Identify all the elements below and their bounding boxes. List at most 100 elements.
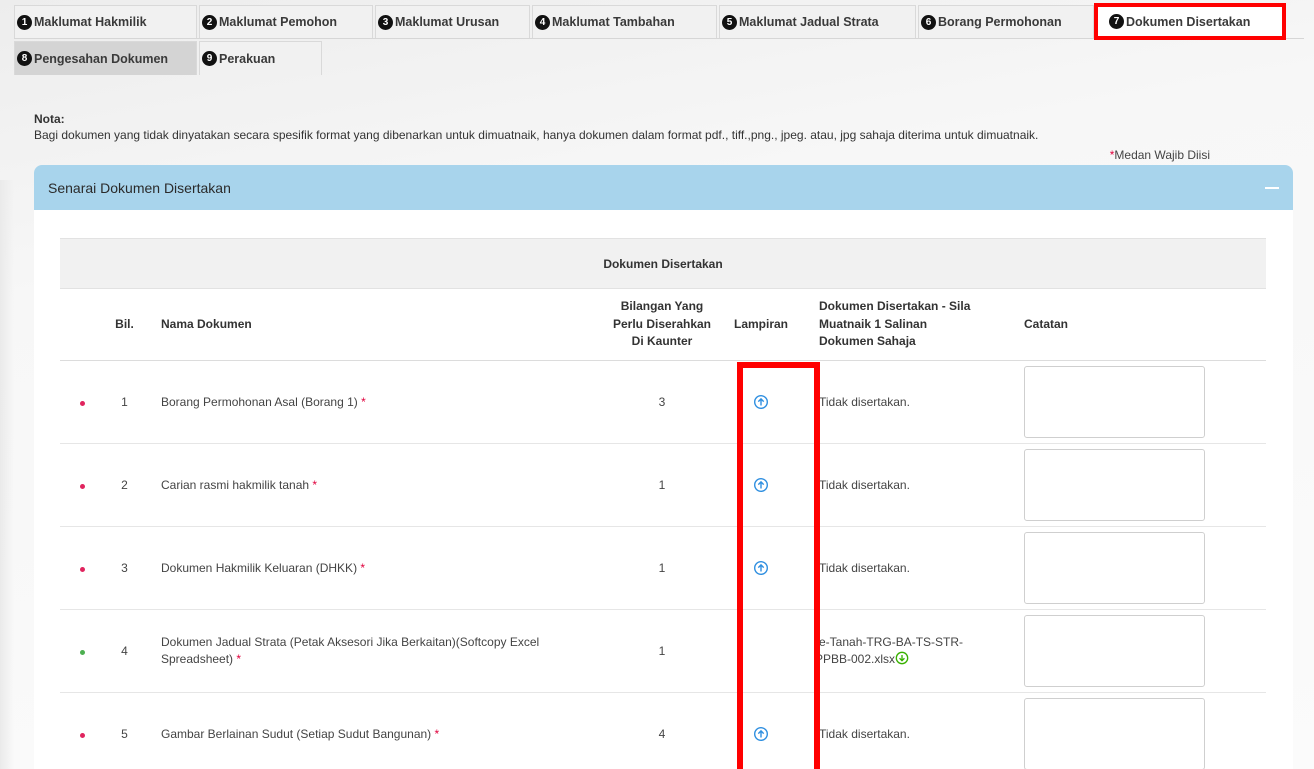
notes-input[interactable]: [1024, 698, 1205, 769]
required-star: *: [312, 478, 318, 492]
notes-input[interactable]: [1024, 366, 1205, 438]
row-name: Gambar Berlainan Sudut (Setiap Sudut Ban…: [147, 692, 597, 769]
header-nama-dokumen: Nama Dokumen: [147, 288, 597, 361]
row-bil: 5: [102, 692, 147, 769]
note-text: Bagi dokumen yang tidak dinyatakan secar…: [34, 128, 1039, 142]
row-doc-status: Tidak disertakan.: [795, 360, 1020, 444]
row-name-line-2: Spreadsheet): [161, 652, 234, 666]
header-bil: Bil.: [102, 288, 147, 361]
row-name-text: Gambar Berlainan Sudut (Setiap Sudut Ban…: [161, 727, 432, 741]
status-dot-red: [80, 401, 85, 406]
tab-label: Maklumat Jadual Strata: [739, 15, 879, 29]
header-dot: [60, 288, 102, 361]
header-lampiran: Lampiran: [727, 288, 795, 361]
upload-icon[interactable]: [753, 560, 769, 576]
status-dot-red: [80, 484, 85, 489]
tab-maklumat-tambahan[interactable]: 4 Maklumat Tambahan: [532, 5, 717, 38]
row-notes-cell: [1020, 692, 1266, 769]
tab-label: Perakuan: [219, 51, 276, 66]
row-attach: [727, 360, 795, 444]
step-9-icon: 9: [202, 51, 217, 66]
required-star: *: [434, 727, 440, 741]
notes-input[interactable]: [1024, 449, 1205, 521]
row-bil: 3: [102, 526, 147, 610]
tab-maklumat-hakmilik[interactable]: 1 Maklumat Hakmilik: [14, 5, 197, 38]
header-doc-l1: Dokumen Disertakan - Sila: [819, 299, 971, 314]
tab-perakuan[interactable]: 9 Perakuan: [199, 41, 322, 75]
note-section: Nota: Bagi dokumen yang tidak dinyatakan…: [34, 112, 1038, 142]
table-row: 4 Dokumen Jadual Strata (Petak Aksesori …: [60, 609, 1266, 693]
row-qty: 1: [597, 443, 727, 527]
required-star: *: [361, 395, 366, 409]
tab-label: Dokumen Disertakan: [1126, 14, 1251, 29]
tab-label: Borang Permohonan: [938, 15, 1062, 29]
panel-title: Senarai Dokumen Disertakan: [48, 179, 231, 196]
row-name-line-1: Dokumen Jadual Strata (Petak Aksesori Ji…: [161, 634, 540, 649]
step-8-icon: 8: [17, 51, 32, 66]
notes-input[interactable]: [1024, 532, 1205, 604]
tab-pengesahan-dokumen[interactable]: 8 Pengesahan Dokumen: [14, 41, 197, 75]
step-2-icon: 2: [202, 14, 217, 30]
tab-label: Maklumat Urusan: [395, 15, 500, 29]
row-name: Borang Permohonan Asal (Borang 1) *: [147, 360, 597, 444]
header-catatan: Catatan: [1020, 288, 1266, 361]
row-qty: 1: [597, 526, 727, 610]
row-attach: [727, 692, 795, 769]
row-doc-status: Tidak disertakan.: [795, 692, 1020, 769]
tab-maklumat-pemohon[interactable]: 2 Maklumat Pemohon: [199, 5, 373, 38]
file-name-line-2[interactable]: PPBB-002.xlsx: [815, 652, 895, 666]
header-bilangan-l3: Di Kaunter: [631, 334, 693, 349]
collapse-icon[interactable]: [1265, 186, 1279, 189]
header-bilangan-l2: Perlu Diserahkan: [612, 316, 712, 331]
row-name: Dokumen Jadual Strata (Petak Aksesori Ji…: [147, 609, 597, 693]
step-3-icon: 3: [378, 14, 393, 30]
upload-icon[interactable]: [753, 477, 769, 493]
row-name-text: Dokumen Hakmilik Keluaran (DHKK): [161, 561, 358, 575]
row-name: Carian rasmi hakmilik tanah *: [147, 443, 597, 527]
status-dot-green: [80, 650, 85, 655]
step-4-icon: 4: [535, 14, 550, 30]
table-row: 2 Carian rasmi hakmilik tanah * 1 Tidak …: [60, 443, 1266, 527]
note-title: Nota:: [34, 112, 65, 126]
row-name: Dokumen Hakmilik Keluaran (DHKK) *: [147, 526, 597, 610]
header-bilangan: Bilangan Yang Perlu Diserahkan Di Kaunte…: [597, 288, 727, 361]
wizard-tabs-row-1: 1 Maklumat Hakmilik 2 Maklumat Pemohon 3…: [14, 3, 1304, 40]
row-doc-status: Tidak disertakan.: [795, 443, 1020, 527]
required-star: *: [236, 652, 242, 666]
row-name-text: Borang Permohonan Asal (Borang 1): [161, 395, 358, 409]
tab-label: Maklumat Hakmilik: [34, 15, 147, 29]
row-bil: 4: [102, 609, 147, 693]
download-icon[interactable]: [895, 651, 909, 665]
table-row: 3 Dokumen Hakmilik Keluaran (DHKK) * 1 T…: [60, 526, 1266, 610]
status-dot-red: [80, 733, 85, 738]
file-name-line-1[interactable]: e-Tanah-TRG-BA-TS-STR-: [815, 634, 1020, 651]
row-attach: [727, 609, 795, 693]
table-caption: Dokumen Disertakan: [60, 238, 1266, 289]
table-row: 5 Gambar Berlainan Sudut (Setiap Sudut B…: [60, 692, 1266, 769]
panel-header[interactable]: Senarai Dokumen Disertakan: [34, 165, 1293, 210]
step-5-icon: 5: [722, 14, 737, 30]
wizard-tabs-row-2: 8 Pengesahan Dokumen 9 Perakuan: [14, 41, 324, 75]
upload-icon[interactable]: [753, 394, 769, 410]
step-7-icon: 7: [1109, 14, 1124, 29]
tab-maklumat-jadual-strata[interactable]: 5 Maklumat Jadual Strata: [719, 5, 916, 38]
row-name-text: Carian rasmi hakmilik tanah: [161, 478, 310, 492]
background-fade: [0, 180, 14, 769]
row-qty: 3: [597, 360, 727, 444]
notes-input[interactable]: [1024, 615, 1205, 687]
step-6-icon: 6: [921, 14, 936, 30]
tab-maklumat-urusan[interactable]: 3 Maklumat Urusan: [375, 5, 530, 38]
required-star: *: [360, 561, 366, 575]
tab-borang-permohonan[interactable]: 6 Borang Permohonan: [918, 5, 1094, 38]
row-notes-cell: [1020, 526, 1266, 610]
row-doc-status: Tidak disertakan.: [795, 526, 1020, 610]
row-bil: 1: [102, 360, 147, 444]
row-notes-cell: [1020, 443, 1266, 527]
upload-icon[interactable]: [753, 726, 769, 742]
row-notes-cell: [1020, 360, 1266, 444]
documents-table: Dokumen Disertakan Bil. Nama Dokumen Bil…: [60, 238, 1266, 769]
row-qty: 1: [597, 609, 727, 693]
table-header-row: Bil. Nama Dokumen Bilangan Yang Perlu Di…: [60, 288, 1266, 361]
tab-dokumen-disertakan[interactable]: 7 Dokumen Disertakan: [1094, 3, 1286, 40]
tab-label: Maklumat Tambahan: [552, 15, 675, 29]
